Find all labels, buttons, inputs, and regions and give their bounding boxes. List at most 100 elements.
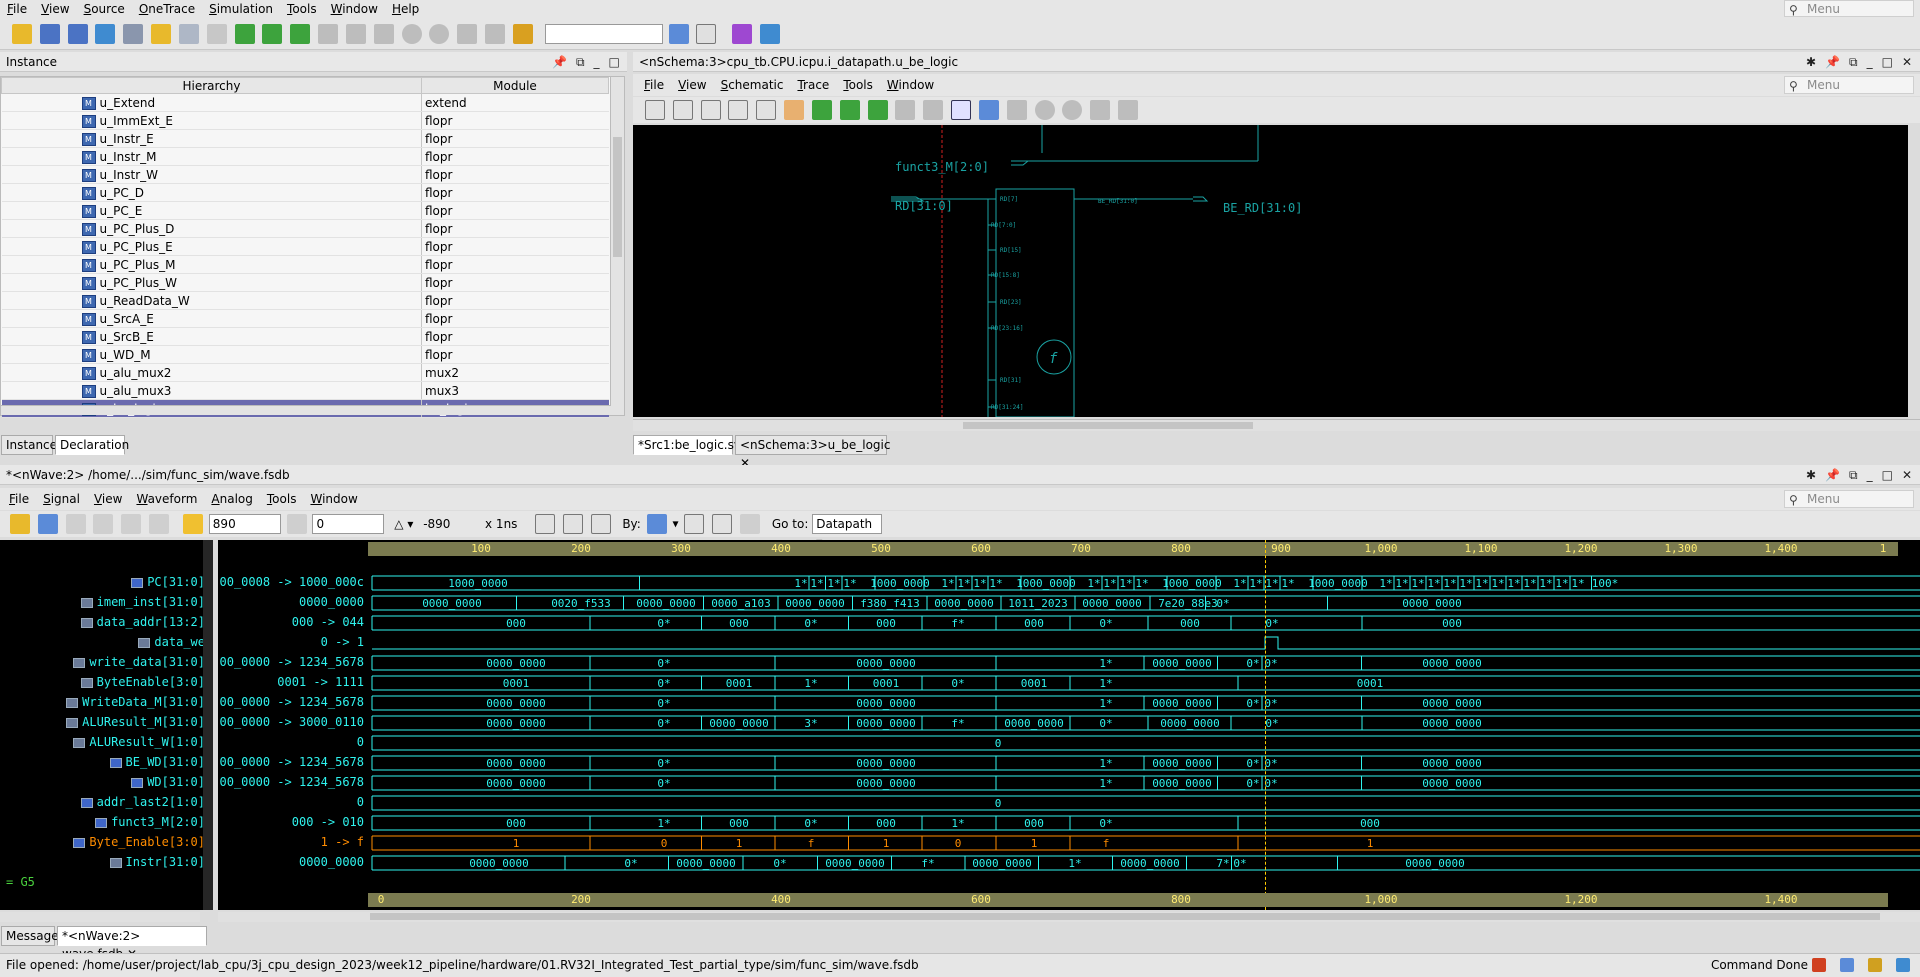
pin-icon[interactable]: 📌 (552, 55, 567, 69)
time-ruler-bottom[interactable]: 0 200 400 600 800 1,000 1,200 1,400 (368, 893, 1888, 907)
close-icon[interactable]: ✕ (1902, 55, 1912, 69)
tab-insttabs-0[interactable]: Instance (1, 435, 57, 455)
tree-row[interactable]: Mu_alu_mux3 mux3 (1, 381, 609, 400)
search-next-icon[interactable] (696, 24, 717, 44)
back-arrow-icon[interactable] (290, 24, 311, 44)
trace-up-icon[interactable] (234, 24, 255, 44)
menu-window[interactable]: Window (324, 2, 385, 16)
d-icon[interactable] (345, 24, 366, 44)
cursor-time-field[interactable]: 890 (208, 514, 281, 534)
tree-row[interactable]: Mu_Instr_W flopr (1, 165, 609, 184)
tab-schtabs-0[interactable]: *Src1:be_logic.sv (633, 435, 741, 455)
bookmark-icon[interactable] (457, 24, 478, 44)
marker-icon[interactable] (286, 514, 307, 534)
trace-down-icon[interactable] (867, 100, 888, 120)
maximize-icon[interactable]: □ (1882, 55, 1893, 69)
tree-row[interactable]: Mu_PC_Plus_D flopr (1, 219, 609, 238)
trace-up-icon[interactable] (839, 100, 860, 120)
zoom-fit-icon[interactable] (728, 100, 749, 120)
pin-icon[interactable]: 📌 (1825, 55, 1840, 69)
layout-icon[interactable] (1840, 958, 1854, 972)
tree-icon[interactable] (95, 24, 116, 44)
signal-name[interactable]: data_we (138, 633, 205, 651)
tree-row[interactable]: Mu_Extend extend (1, 93, 609, 112)
schematic-icon[interactable] (67, 24, 88, 44)
module-column-header[interactable]: Module (421, 77, 609, 94)
float-icon[interactable]: ⧉ (576, 55, 585, 70)
hierarchy-icon[interactable] (39, 24, 60, 44)
tree-row[interactable]: Mu_Instr_M flopr (1, 147, 609, 166)
hierarchy-column-header[interactable]: Hierarchy (1, 77, 422, 94)
tree-vscrollbar[interactable] (610, 77, 624, 415)
tree-row[interactable]: Mu_PC_Plus_M flopr (1, 255, 609, 274)
zoom-in-icon[interactable] (562, 514, 583, 534)
wave-menu-analog[interactable]: Analog (204, 492, 259, 506)
signal-name[interactable]: PC[31:0] (131, 573, 205, 591)
menu-help[interactable]: Help (385, 2, 426, 16)
minimize-icon[interactable]: _ (594, 55, 600, 69)
pan-hand-icon[interactable] (784, 100, 805, 120)
goto-select[interactable]: Datapath ▾ (812, 514, 883, 549)
menu-file[interactable]: File (0, 2, 34, 16)
signal-name[interactable]: ALUResult_M[31:0] (66, 713, 205, 731)
schema-menu-tools[interactable]: Tools (836, 78, 880, 92)
tree-row[interactable]: Mu_PC_D flopr (1, 183, 609, 202)
open-folder-icon[interactable] (12, 24, 32, 44)
signal-name[interactable]: ALUResult_W[1:0] (73, 733, 205, 751)
float-icon[interactable]: ⧉ (1849, 55, 1858, 70)
cut-icon[interactable] (93, 514, 114, 534)
values-hscrollbar[interactable] (218, 912, 368, 922)
names-hscrollbar[interactable] (0, 912, 200, 922)
menu-tools[interactable]: Tools (280, 2, 324, 16)
tab-insttabs-1[interactable]: Declaration (55, 435, 129, 455)
l-icon[interactable] (978, 100, 999, 120)
bookmark2-icon[interactable] (485, 24, 506, 44)
signal-name[interactable]: BE_WD[31:0] (109, 753, 205, 771)
minimize-icon[interactable]: _ (1867, 468, 1873, 482)
delta-icon[interactable]: △ ▾ (394, 517, 413, 531)
signal-name[interactable]: write_data[31:0] (73, 653, 205, 671)
float-icon[interactable]: ⧉ (1849, 468, 1858, 483)
search-prev-icon[interactable] (684, 514, 705, 534)
run-icon[interactable] (760, 24, 781, 44)
copy-icon[interactable] (206, 24, 227, 44)
signal-icon[interactable] (512, 24, 533, 44)
trace-back-icon[interactable] (811, 100, 832, 120)
wave-menu-view[interactable]: View (87, 492, 129, 506)
schema-menu-view[interactable]: View (671, 78, 713, 92)
open-folder-icon[interactable] (10, 514, 30, 534)
tree-row[interactable]: Mu_SrcA_E flopr (1, 309, 609, 328)
signal-name[interactable]: Instr[31:0] (109, 853, 205, 871)
signal-name[interactable]: WD[31:0] (131, 773, 205, 791)
signal-name[interactable]: WriteData_M[31:0] (66, 693, 205, 711)
clear-icon[interactable] (740, 514, 761, 534)
signal-pane-scrollbar[interactable] (203, 540, 213, 910)
tab-schtabs-1[interactable]: <nSchema:3>u_be_logic ✕ (735, 435, 890, 470)
close-icon[interactable]: ✕ (1902, 468, 1912, 482)
chevron-down-icon[interactable]: ▾ (673, 517, 679, 531)
signal-name[interactable]: addr_last2[1:0] (80, 793, 205, 811)
signal-group-label[interactable]: = G5 (6, 875, 35, 889)
forward-arrow-icon[interactable] (923, 100, 944, 120)
menu-simulation[interactable]: Simulation (202, 2, 280, 16)
app-icon[interactable] (732, 24, 753, 44)
wave-menu-search[interactable]: ⚲ Menu (1784, 490, 1914, 508)
signal-name[interactable]: funct3_M[2:0] (95, 813, 205, 831)
down-circle-icon[interactable] (1062, 100, 1083, 120)
settings-icon[interactable] (1006, 100, 1027, 120)
tree-hscrollbar[interactable] (1, 405, 611, 415)
zoom-100-icon[interactable] (590, 514, 611, 534)
tree-row[interactable]: Mu_ImmExt_E flopr (1, 111, 609, 130)
zoom-area-icon[interactable] (756, 100, 777, 120)
wave-menu-waveform[interactable]: Waveform (129, 492, 204, 506)
waveform-canvas[interactable]: 100 200 300 400 500 600 700 800 900 1,000 1,100 1,2… (368, 540, 1920, 910)
reload-icon[interactable] (37, 514, 58, 534)
trace-down-icon[interactable] (262, 24, 283, 44)
schematic-canvas[interactable]: funct3_M[2:0] RD[31:0] BE_RD[31:0] BE_RD… (633, 125, 1908, 417)
tree-row[interactable]: Mu_PC_Plus_W flopr (1, 273, 609, 292)
filter-icon[interactable] (1868, 958, 1882, 972)
home-icon[interactable] (1812, 958, 1826, 972)
signal-name[interactable]: data_addr[13:2] (80, 613, 205, 631)
pin-icon[interactable]: 📌 (1825, 468, 1840, 482)
wave-menu-signal[interactable]: Signal (36, 492, 87, 506)
